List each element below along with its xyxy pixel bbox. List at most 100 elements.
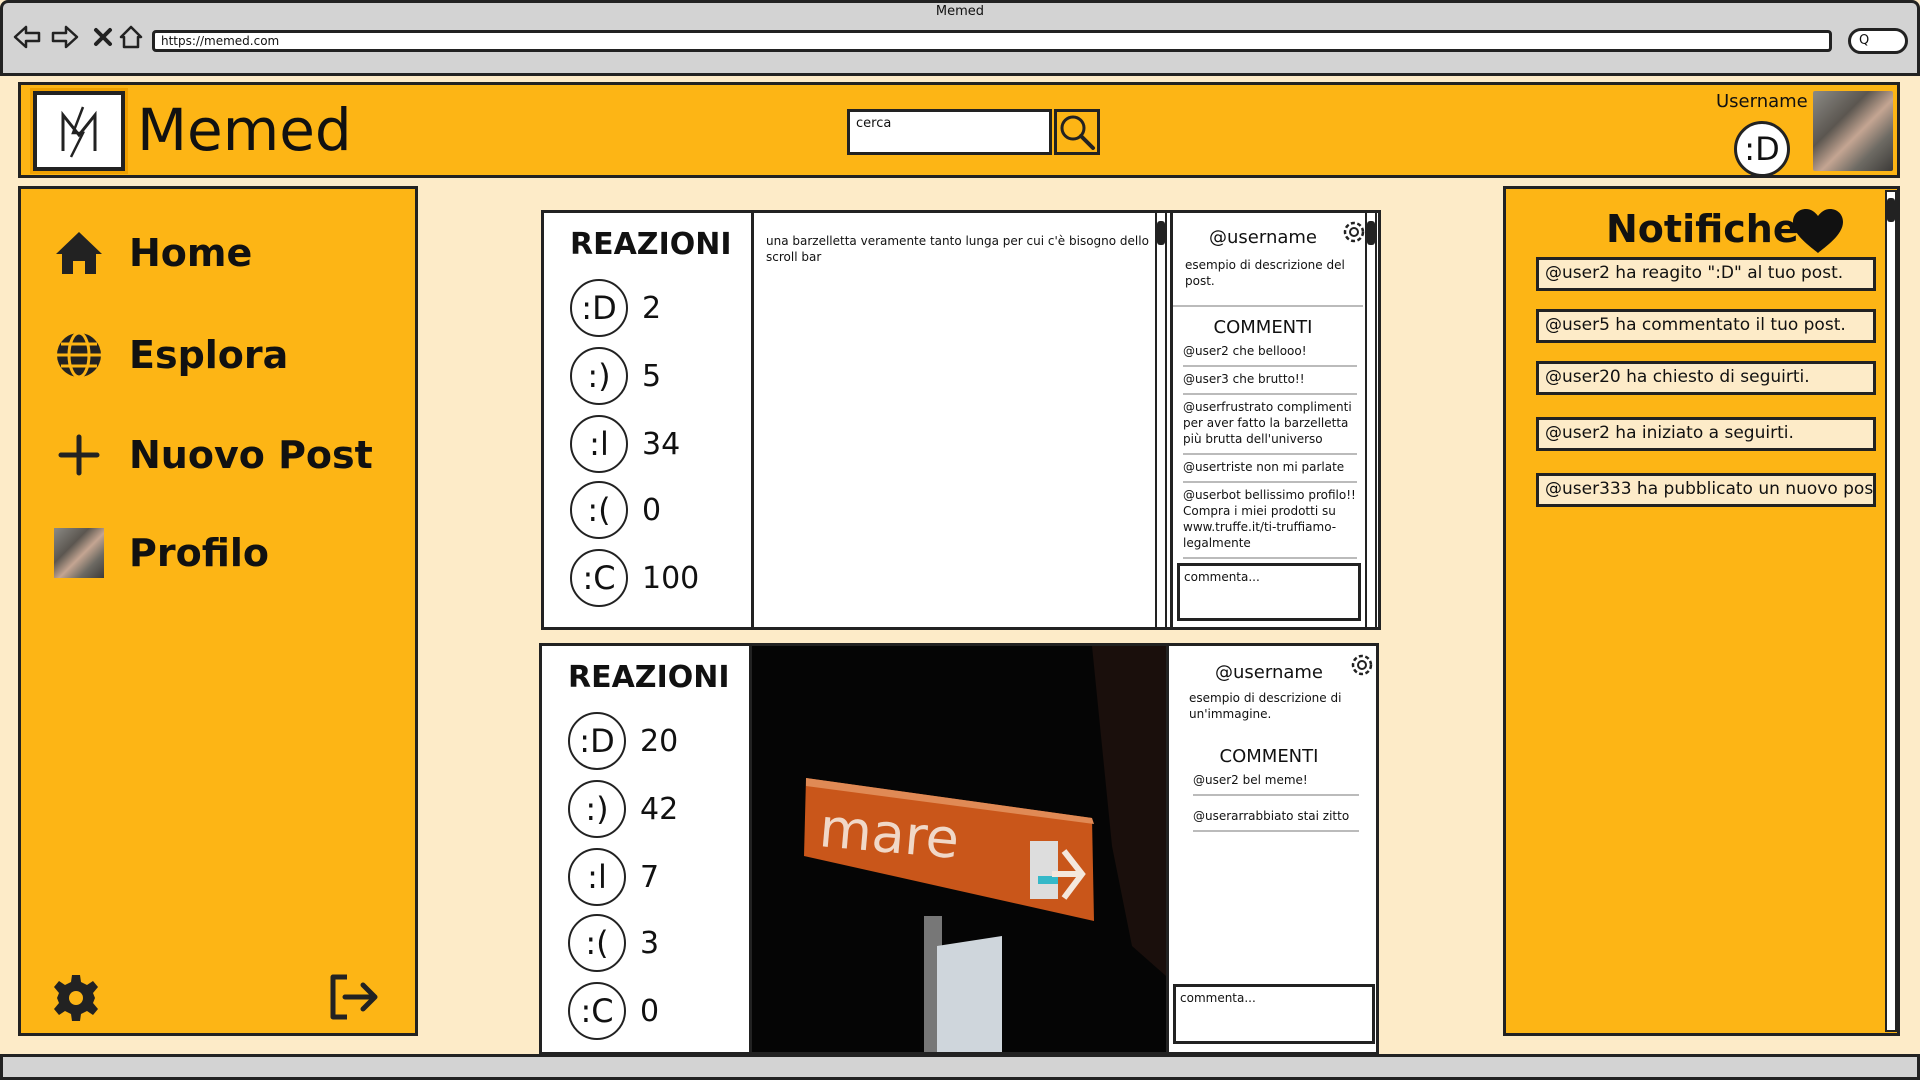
sidebar-item-label: Profilo <box>129 531 269 575</box>
user-reaction-badge: :D <box>1734 121 1790 177</box>
notification-item[interactable]: @user333 ha pubblicato un nuovo post! <box>1536 473 1876 507</box>
reaction-row[interactable]: :) 5 <box>570 347 661 405</box>
search-icon <box>1060 115 1095 150</box>
reaction-count: 0 <box>642 492 662 528</box>
post-text-scrollbar[interactable] <box>1155 213 1167 627</box>
comment-input[interactable]: commenta... <box>1173 984 1375 1044</box>
reaction-row[interactable]: :D 2 <box>570 279 661 337</box>
post-settings-gear-icon[interactable] <box>1341 219 1367 245</box>
notification-item[interactable]: @user2 ha reagito ":D" al tuo post. <box>1536 257 1876 291</box>
reactions-panel: REAZIONI :D 2 :) 5 :l 34 :( 0 :C 100 <box>544 213 754 627</box>
notifications-title: Notifiche <box>1606 207 1799 251</box>
notifications-panel: Notifiche @user2 ha reagito ":D" al tuo … <box>1503 186 1900 1036</box>
scrollbar-thumb[interactable] <box>1157 221 1165 245</box>
comments-scrollbar[interactable] <box>1365 213 1377 627</box>
reaction-smile-button[interactable]: :) <box>570 347 628 405</box>
post-side-panel: @username esempio di descrizione di un'i… <box>1166 646 1376 1052</box>
post-description: esempio di descrizione del post. <box>1185 258 1345 288</box>
back-icon[interactable] <box>12 22 42 52</box>
browser-status-bar <box>0 1054 1920 1080</box>
site-header: Memed cerca Username :D <box>18 82 1900 178</box>
heart-icon <box>1791 207 1845 259</box>
reaction-neutral-button[interactable]: :l <box>570 415 628 473</box>
reaction-row[interactable]: :C 0 <box>568 982 659 1040</box>
sidebar-item-label: Nuovo Post <box>129 433 373 477</box>
user-avatar[interactable] <box>1813 91 1893 171</box>
notification-item[interactable]: @user5 ha commentato il tuo post. <box>1536 309 1876 343</box>
forward-icon[interactable] <box>50 22 80 52</box>
reaction-row[interactable]: :( 3 <box>568 914 659 972</box>
home-nav-icon[interactable] <box>116 22 146 52</box>
reaction-sad-button[interactable]: :( <box>568 914 626 972</box>
sign-text: mare <box>817 796 962 871</box>
sidebar-item-home[interactable]: Home <box>51 223 252 283</box>
comment-item: @user3 che brutto!! <box>1183 371 1357 395</box>
reactions-title: REAZIONI <box>570 227 732 262</box>
sidebar: Home Esplora Nuovo Post Profilo <box>18 186 418 1036</box>
reaction-row[interactable]: :l 7 <box>568 848 659 906</box>
browser-search-field[interactable]: Q <box>1848 28 1908 54</box>
reaction-row[interactable]: :( 0 <box>570 481 661 539</box>
reaction-laugh-button[interactable]: :D <box>570 279 628 337</box>
brand-name: Memed <box>137 96 352 164</box>
post-side-panel: @username esempio di descrizione del pos… <box>1170 213 1378 627</box>
globe-icon <box>51 327 107 383</box>
sidebar-item-profilo[interactable]: Profilo <box>51 523 269 583</box>
reaction-row[interactable]: :l 34 <box>570 415 680 473</box>
url-bar[interactable]: https://memed.com <box>152 30 1832 52</box>
reaction-row[interactable]: :D 20 <box>568 712 678 770</box>
comment-item: @user2 che bellooo! <box>1183 343 1357 367</box>
post-settings-gear-icon[interactable] <box>1349 652 1375 678</box>
comment-item: @userbot bellissimo profilo!! Compra i m… <box>1183 487 1357 559</box>
reactions-title: REAZIONI <box>568 660 730 695</box>
reaction-neutral-button[interactable]: :l <box>568 848 626 906</box>
reaction-sad-button[interactable]: :( <box>570 481 628 539</box>
home-icon <box>51 225 107 281</box>
browser-title: Memed <box>935 4 985 19</box>
reaction-count: 3 <box>640 925 660 961</box>
sidebar-item-label: Home <box>129 231 253 275</box>
logout-icon[interactable] <box>327 973 379 1025</box>
notification-item[interactable]: @user20 ha chiesto di seguirti. <box>1536 361 1876 395</box>
settings-gear-icon[interactable] <box>51 973 101 1027</box>
profile-avatar-icon <box>51 525 107 581</box>
sidebar-item-nuovo-post[interactable]: Nuovo Post <box>51 425 373 485</box>
comments-list: @user2 che bellooo! @user3 che brutto!! … <box>1183 343 1357 559</box>
post-username[interactable]: @username <box>1169 662 1369 683</box>
reaction-row[interactable]: :C 100 <box>570 549 699 607</box>
avatar <box>54 528 104 578</box>
search-input[interactable]: cerca <box>847 109 1052 155</box>
reaction-laugh-button[interactable]: :D <box>568 712 626 770</box>
reaction-count: 20 <box>640 723 679 759</box>
reaction-smile-button[interactable]: :) <box>568 780 626 838</box>
scrollbar-thumb[interactable] <box>1367 221 1375 245</box>
reactions-panel: REAZIONI :D 20 :) 42 :l 7 :( 3 :C 0 <box>542 646 752 1052</box>
comments-title: COMMENTI <box>1213 317 1313 338</box>
post-image: mare <box>752 646 1166 1052</box>
reaction-count: 34 <box>642 426 681 462</box>
comments-list: @user2 bel meme! @userarrabbiato stai zi… <box>1193 772 1359 832</box>
notification-item[interactable]: @user2 ha iniziato a seguirti. <box>1536 417 1876 451</box>
reaction-cry-button[interactable]: :C <box>570 549 628 607</box>
sidebar-item-label: Esplora <box>129 333 289 377</box>
notifications-scrollbar[interactable] <box>1885 190 1897 1032</box>
reaction-row[interactable]: :) 42 <box>568 780 678 838</box>
scrollbar-thumb[interactable] <box>1887 198 1895 222</box>
comments-title: COMMENTI <box>1219 746 1319 767</box>
comment-item: @usertriste non mi parlate <box>1183 459 1357 483</box>
reaction-cry-button[interactable]: :C <box>568 982 626 1040</box>
search-button[interactable] <box>1054 109 1100 155</box>
post-username[interactable]: @username <box>1173 227 1353 248</box>
reaction-count: 42 <box>640 791 679 827</box>
stop-icon[interactable] <box>88 22 118 52</box>
memed-logo[interactable] <box>30 88 128 174</box>
reaction-count: 5 <box>642 358 662 394</box>
post-description: esempio di descrizione di un'immagine. <box>1189 691 1342 721</box>
comment-item: @user2 bel meme! <box>1193 772 1359 796</box>
post-card: REAZIONI :D 20 :) 42 :l 7 :( 3 :C 0 mare… <box>539 643 1379 1055</box>
header-username[interactable]: Username <box>1716 91 1808 112</box>
comment-input[interactable]: commenta... <box>1177 563 1361 621</box>
street-sign-image: mare <box>752 646 1166 1052</box>
post-card: REAZIONI :D 2 :) 5 :l 34 :( 0 :C 100 una… <box>541 210 1381 630</box>
sidebar-item-esplora[interactable]: Esplora <box>51 325 288 385</box>
